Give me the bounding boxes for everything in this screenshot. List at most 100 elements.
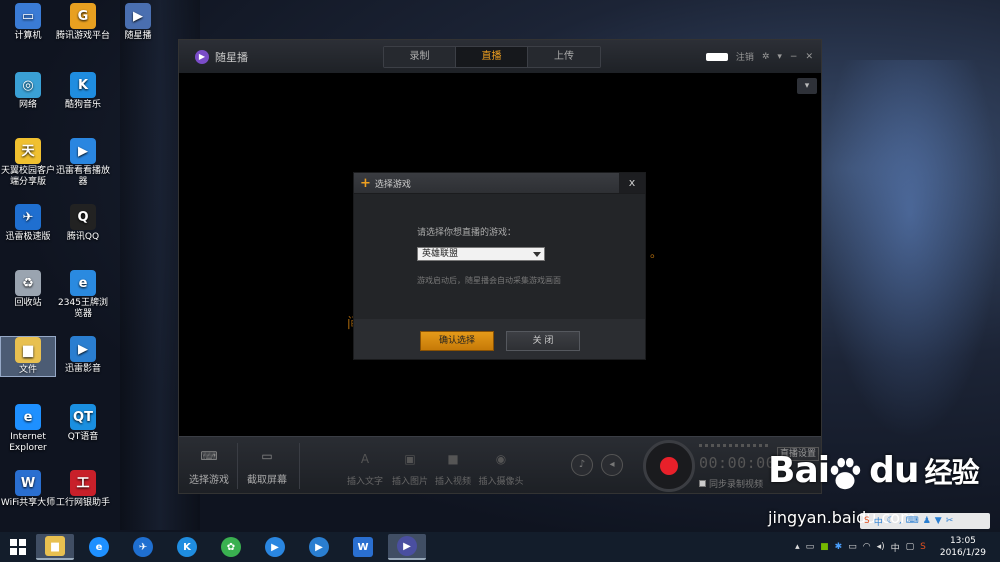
display-icon[interactable]: ▭ <box>806 542 815 552</box>
title-bar[interactable]: ▶ 随星播 录制 直播 上传 注销 ✲ ▾ − ✕ <box>179 40 821 73</box>
taskbar-app[interactable]: W <box>344 534 382 560</box>
ime-indicator[interactable]: 中 <box>891 541 900 554</box>
desktop-icon-label: 工行网银助手 <box>55 498 110 508</box>
desktop-icon[interactable]: 工工行网银助手 <box>55 470 111 509</box>
app-title: 随星播 <box>215 50 248 64</box>
file-explorer-icon: ▆ <box>45 536 65 556</box>
desktop-icon-label: 天翼校园客户端分享版 <box>0 166 55 187</box>
sogou-tray-icon[interactable]: S <box>920 542 926 552</box>
ime-toolbar[interactable]: S 中 ☾ , ⌨ ♟ ▼ ✂ <box>860 513 990 529</box>
mode-tabs: 录制 直播 上传 <box>383 46 601 68</box>
shirt-icon[interactable]: ▾ <box>797 78 817 94</box>
wifi-icon[interactable]: ◠ <box>863 542 871 552</box>
desktop-icon[interactable]: ✈ 迅雷极速版 <box>0 204 56 243</box>
close-icon[interactable]: ✕ <box>805 52 813 62</box>
dialog-title-bar[interactable]: + 选择游戏 x <box>354 173 645 194</box>
insert-image-button[interactable]: ▣ 插入图片 <box>390 452 430 487</box>
desktop-icon[interactable]: ▶ 随星播 <box>110 3 166 42</box>
sync-record-option[interactable]: 同步录制视频 <box>699 477 763 490</box>
desktop-icon[interactable]: Q 腾讯QQ <box>55 204 111 243</box>
desktop-icon-label: 腾讯游戏平台 <box>55 31 110 41</box>
taskbar-app[interactable]: ✿ <box>212 534 250 560</box>
dialog-body: 请选择你想直播的游戏： 英雄联盟 游戏启动后，随星播会自动采集游戏画面 <box>354 194 645 319</box>
desktop-icon-label: 计算机 <box>14 31 42 41</box>
taskbar-app[interactable]: e <box>80 534 118 560</box>
desktop-icon[interactable]: ▆ 文件 <box>0 336 56 377</box>
desktop-icon-label: 随星播 <box>124 31 152 41</box>
desktop-icon[interactable]: ◎ 网络 <box>0 72 56 111</box>
insert-video-button[interactable]: ■ 插入视频 <box>433 452 473 487</box>
window-controls: 注销 ✲ ▾ − ✕ <box>705 40 813 73</box>
app-logo-icon: ▶ <box>195 49 209 64</box>
volume-meter <box>699 444 771 447</box>
desktop-icon[interactable]: ▶ 迅雷影音 <box>55 336 111 375</box>
desktop-icon-label: 迅雷看看播放器 <box>55 166 110 187</box>
minimize-icon[interactable]: − <box>790 52 798 62</box>
taskbar-app[interactable]: ▶ <box>300 534 338 560</box>
insert-text-label: 插入文字 <box>346 477 383 487</box>
insert-video-label: 插入视频 <box>434 477 471 487</box>
video-camera-icon: ■ <box>447 452 459 466</box>
taskbar-app[interactable]: K <box>168 534 206 560</box>
monitor-icon: ▭ <box>261 449 273 463</box>
desktop-icon[interactable]: 天天翼校园客户端分享版 <box>0 138 56 188</box>
bluetooth-icon[interactable]: ✱ <box>835 542 843 552</box>
confirm-button[interactable]: 确认选择 <box>420 331 494 351</box>
desktop-app-icon: W <box>15 470 41 496</box>
microphone-icon[interactable]: ♪ <box>571 454 593 476</box>
game-select[interactable]: 英雄联盟 <box>417 247 545 261</box>
thunder-player-icon: ▶ <box>265 537 285 557</box>
desktop-icon-label: 网络 <box>18 100 37 110</box>
capture-screen-button[interactable]: ▭ 截取屏幕 <box>245 449 289 486</box>
close-button[interactable]: 关 闭 <box>506 331 580 351</box>
sync-record-checkbox[interactable] <box>699 480 706 487</box>
volume-icon[interactable]: ◂) <box>877 542 885 552</box>
desktop-icon-label: 迅雷极速版 <box>5 232 51 242</box>
video-player-icon: ▶ <box>309 537 329 557</box>
desktop-app-icon: 工 <box>70 470 96 496</box>
desktop-icon[interactable]: G 腾讯游戏平台 <box>55 3 111 42</box>
record-dot-icon <box>660 457 678 475</box>
system-tray: ▴ ▭ ■ ✱ ▭ ◠ ◂) 中 ▢ S 13:05 2016/1/29 <box>795 532 986 562</box>
taskbar-app[interactable]: ▆ <box>36 534 74 560</box>
logout-link[interactable]: 注销 <box>736 50 754 63</box>
select-game-button[interactable]: ⌨ 选择游戏 <box>187 449 231 486</box>
dialog-close-icon[interactable]: x <box>619 173 645 193</box>
capture-screen-label: 截取屏幕 <box>247 475 287 486</box>
desktop-icon[interactable]: QT QT语音 <box>55 404 111 443</box>
insert-text-button[interactable]: A 插入文字 <box>345 452 385 487</box>
taskbar-app[interactable]: ▶ <box>256 534 294 560</box>
tab-record[interactable]: 录制 <box>384 47 456 67</box>
desktop-app-icon: Q <box>70 204 96 230</box>
record-button[interactable] <box>643 440 695 492</box>
desktop-icon[interactable]: ♻ 回收站 <box>0 270 56 309</box>
pinwheel-icon: ✿ <box>221 537 241 557</box>
tray-expand-icon[interactable]: ▴ <box>795 542 800 552</box>
desktop-app-icon: ✈ <box>15 204 41 230</box>
taskbar-app[interactable]: ▶ <box>388 534 426 560</box>
tab-live[interactable]: 直播 <box>456 47 528 67</box>
menu-dropdown-icon[interactable]: ▾ <box>777 52 782 62</box>
background-hint-right: 。 <box>650 246 663 260</box>
tab-upload[interactable]: 上传 <box>528 47 600 67</box>
desktop-app-icon: G <box>70 3 96 29</box>
desktop-icon[interactable]: ▶ 迅雷看看播放器 <box>55 138 111 188</box>
start-button[interactable] <box>0 532 36 562</box>
nvidia-icon[interactable]: ■ <box>820 542 829 552</box>
desktop-icon[interactable]: W WiFi共享大师 <box>0 470 56 509</box>
taskbar-app[interactable]: ✈ <box>124 534 162 560</box>
battery-icon[interactable]: ▭ <box>848 542 857 552</box>
pinned-apps: ▆ e ✈ K ✿ ▶ ▶ W ▶ <box>36 534 432 560</box>
notification-icon[interactable]: ▢ <box>906 542 915 552</box>
desktop-icon[interactable]: K 酷狗音乐 <box>55 72 111 111</box>
gear-icon[interactable]: ✲ <box>762 52 770 62</box>
desktop-icon[interactable]: e Internet Explorer <box>0 404 56 454</box>
clock[interactable]: 13:05 2016/1/29 <box>940 535 986 559</box>
insert-camera-label: 插入摄像头 <box>478 477 524 487</box>
wallpaper-glow <box>820 60 1000 440</box>
speaker-icon[interactable]: ◂ <box>601 454 623 476</box>
desktop-icon[interactable]: e 2345王牌浏览器 <box>55 270 111 320</box>
insert-camera-button[interactable]: ◉ 插入摄像头 <box>476 452 526 487</box>
desktop-icon[interactable]: ▭ 计算机 <box>0 3 56 42</box>
desktop-app-icon: ▶ <box>125 3 151 29</box>
